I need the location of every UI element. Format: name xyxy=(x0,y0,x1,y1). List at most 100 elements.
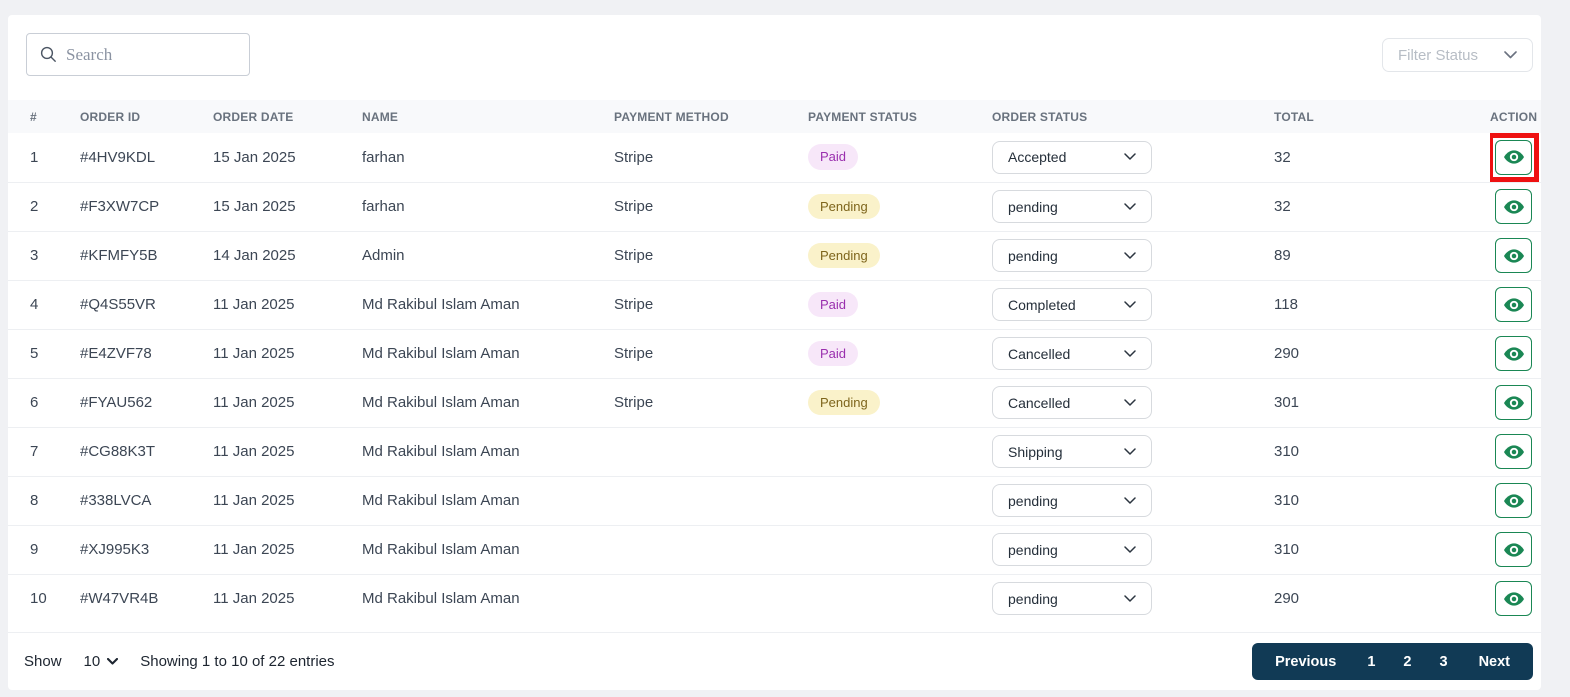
cell-order-status: pending xyxy=(992,524,1274,574)
chevron-down-icon xyxy=(1504,51,1517,59)
order-status-select[interactable]: pending xyxy=(992,190,1152,223)
cell-payment-method: Stripe xyxy=(614,230,808,280)
order-status-select[interactable]: Cancelled xyxy=(992,337,1152,370)
filter-status-button[interactable]: Filter Status xyxy=(1381,38,1533,72)
cell-index: 6 xyxy=(8,377,80,427)
eye-icon xyxy=(1503,493,1524,508)
cell-action xyxy=(1490,573,1541,623)
order-status-select[interactable]: Cancelled xyxy=(992,386,1152,419)
cell-order-status: Cancelled xyxy=(992,328,1274,378)
chevron-down-icon xyxy=(1124,398,1136,407)
cell-order-status: pending xyxy=(992,475,1274,525)
view-order-button[interactable] xyxy=(1495,189,1532,224)
cell-payment-status xyxy=(808,524,992,574)
view-order-button[interactable] xyxy=(1495,238,1532,273)
cell-total: 310 xyxy=(1274,524,1490,574)
header-order-id: ORDER ID xyxy=(80,109,141,124)
header-payment-status: PAYMENT STATUS xyxy=(808,109,918,124)
pagination-page-2[interactable]: 2 xyxy=(1389,643,1425,680)
action-highlight-frame xyxy=(1495,238,1532,273)
cell-order-date: 11 Jan 2025 xyxy=(213,377,362,427)
cell-order-status: Cancelled xyxy=(992,377,1274,427)
header-order-status: ORDER STATUS xyxy=(992,109,1088,124)
cell-action xyxy=(1490,230,1541,280)
cell-total: 32 xyxy=(1274,181,1490,231)
cell-order-date: 15 Jan 2025 xyxy=(213,181,362,231)
cell-order-date: 11 Jan 2025 xyxy=(213,524,362,574)
table-row: 3 #KFMFY5B 14 Jan 2025 Admin Stripe Pend… xyxy=(8,230,1541,280)
action-highlight-frame xyxy=(1495,385,1532,420)
cell-payment-method xyxy=(614,524,808,574)
action-highlight-frame xyxy=(1495,483,1532,518)
header-total: TOTAL xyxy=(1274,109,1314,124)
cell-payment-status: Pending xyxy=(808,230,992,280)
order-status-select[interactable]: pending xyxy=(992,533,1152,566)
cell-order-id: #FYAU562 xyxy=(80,377,213,427)
cell-name: farhan xyxy=(362,181,614,231)
cell-order-id: #W47VR4B xyxy=(80,573,213,623)
cell-order-id: #E4ZVF78 xyxy=(80,328,213,378)
cell-payment-status xyxy=(808,426,992,476)
view-order-button[interactable] xyxy=(1495,385,1532,420)
cell-name: Admin xyxy=(362,230,614,280)
search-icon xyxy=(40,46,57,63)
chevron-down-icon xyxy=(1124,153,1136,161)
entries-summary: Showing 1 to 10 of 22 entries xyxy=(140,653,335,670)
cell-index: 10 xyxy=(8,573,80,623)
view-order-button[interactable] xyxy=(1495,483,1532,518)
payment-status-badge: Pending xyxy=(808,242,880,269)
pagination-page-1[interactable]: 1 xyxy=(1353,643,1389,680)
cell-name: Md Rakibul Islam Aman xyxy=(362,573,614,623)
order-status-select[interactable]: pending xyxy=(992,582,1152,616)
header-name: NAME xyxy=(362,109,399,124)
pagination-next[interactable]: Next xyxy=(1462,643,1527,680)
view-order-button[interactable] xyxy=(1495,532,1532,567)
order-status-select[interactable]: Accepted xyxy=(992,140,1152,174)
cell-payment-method: Stripe xyxy=(614,328,808,378)
cell-name: Md Rakibul Islam Aman xyxy=(362,377,614,427)
order-status-value: Cancelled xyxy=(1008,345,1071,362)
cell-index: 4 xyxy=(8,279,80,329)
cell-name: Md Rakibul Islam Aman xyxy=(362,279,614,329)
orders-table: # ORDER ID ORDER DATE NAME PAYMENT METHO… xyxy=(8,100,1541,623)
cell-order-date: 11 Jan 2025 xyxy=(213,573,362,623)
cell-order-id: #338LVCA xyxy=(80,475,213,525)
view-order-button[interactable] xyxy=(1495,434,1532,469)
view-order-button[interactable] xyxy=(1495,336,1532,371)
table-row: 1 #4HV9KDL 15 Jan 2025 farhan Stripe Pai… xyxy=(8,133,1541,182)
order-status-select[interactable]: Completed xyxy=(992,288,1152,321)
action-highlight-frame xyxy=(1495,581,1532,617)
cell-order-id: #Q4S55VR xyxy=(80,279,213,329)
cell-payment-status: Paid xyxy=(808,133,992,182)
eye-icon xyxy=(1503,150,1524,164)
order-status-select[interactable]: pending xyxy=(992,484,1152,517)
cell-payment-method: Stripe xyxy=(614,181,808,231)
cell-order-status: Accepted xyxy=(992,133,1274,182)
action-highlight-frame xyxy=(1495,189,1532,224)
view-order-button[interactable] xyxy=(1495,581,1532,617)
view-order-button[interactable] xyxy=(1495,287,1532,322)
action-highlight-frame xyxy=(1495,532,1532,567)
cell-order-date: 14 Jan 2025 xyxy=(213,230,362,280)
page-size-select[interactable]: 10 xyxy=(84,653,119,670)
table-header-row: # ORDER ID ORDER DATE NAME PAYMENT METHO… xyxy=(8,100,1541,133)
search-input[interactable] xyxy=(66,44,236,65)
cell-index: 5 xyxy=(8,328,80,378)
cell-payment-method xyxy=(614,475,808,525)
action-highlight-frame xyxy=(1495,336,1532,371)
payment-status-badge: Paid xyxy=(808,144,859,171)
order-status-select[interactable]: pending xyxy=(992,239,1152,272)
cell-index: 2 xyxy=(8,181,80,231)
cell-action xyxy=(1490,426,1541,476)
table-row: 2 #F3XW7CP 15 Jan 2025 farhan Stripe Pen… xyxy=(8,181,1541,231)
cell-total: 310 xyxy=(1274,475,1490,525)
pagination-page-3[interactable]: 3 xyxy=(1425,643,1461,680)
eye-icon xyxy=(1503,444,1524,459)
cell-order-date: 11 Jan 2025 xyxy=(213,475,362,525)
order-status-select[interactable]: Shipping xyxy=(992,435,1152,468)
view-order-button[interactable] xyxy=(1495,139,1532,175)
order-status-value: pending xyxy=(1008,492,1058,509)
cell-total: 301 xyxy=(1274,377,1490,427)
table-row: 4 #Q4S55VR 11 Jan 2025 Md Rakibul Islam … xyxy=(8,279,1541,329)
pagination-previous[interactable]: Previous xyxy=(1258,643,1353,680)
